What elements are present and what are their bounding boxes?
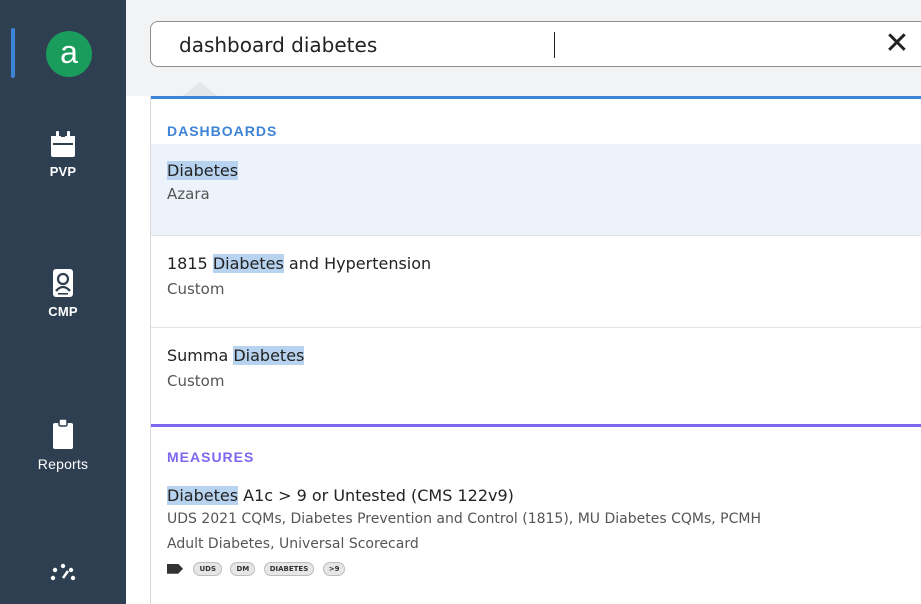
sidebar-item-pvp[interactable]: PVP — [0, 130, 126, 179]
sidebar-item-dashboard[interactable] — [0, 560, 126, 582]
result-measure[interactable]: Diabetes A1c > 9 or Untested (CMS 122v9)… — [151, 476, 921, 604]
result-subtitle: Custom — [167, 280, 225, 298]
text-caret — [554, 32, 555, 58]
tag-badge[interactable]: >9 — [322, 561, 346, 576]
result-title: Summa Diabetes — [167, 346, 305, 365]
result-subtitle: Azara — [167, 185, 210, 203]
tag-badge[interactable]: DIABETES — [263, 561, 315, 576]
result-subtitle: Adult Diabetes, Universal Scorecard — [167, 536, 419, 552]
active-indicator — [11, 28, 15, 78]
sidebar: a PVP CMP Reports — [0, 0, 126, 604]
result-title: Diabetes — [167, 161, 239, 180]
sidebar-item-reports[interactable]: Reports — [0, 418, 126, 472]
search-input[interactable] — [179, 32, 779, 58]
sidebar-item-label: PVP — [49, 164, 77, 179]
search-results-dropdown: DASHBOARDS Diabetes Azara 1815 Diabetes … — [150, 96, 921, 604]
calendar-icon — [51, 131, 75, 157]
section-heading-dashboards: DASHBOARDS — [167, 123, 278, 139]
section-divider-dashboards — [151, 96, 921, 99]
sidebar-item-label: Reports — [37, 456, 89, 472]
search-box[interactable]: ✕ — [150, 21, 921, 67]
dashboard-gauge-icon — [50, 563, 76, 581]
result-dashboard[interactable]: 1815 Diabetes and Hypertension Custom — [151, 236, 921, 328]
section-divider-measures — [151, 424, 921, 427]
result-title: 1815 Diabetes and Hypertension — [167, 254, 432, 273]
sidebar-item-cmp[interactable]: CMP — [0, 268, 126, 319]
sidebar-item-label: CMP — [48, 304, 78, 319]
result-subtitle: UDS 2021 CQMs, Diabetes Prevention and C… — [167, 511, 761, 527]
tag-list: UDS DM DIABETES >9 — [167, 560, 349, 578]
tag-badge[interactable]: UDS — [193, 561, 222, 576]
result-dashboard[interactable]: Diabetes Azara — [151, 144, 921, 236]
tag-icon — [167, 563, 183, 574]
tag-badge[interactable]: DM — [230, 561, 256, 576]
result-dashboard[interactable]: Summa Diabetes Custom — [151, 328, 921, 424]
result-title: Diabetes A1c > 9 or Untested (CMS 122v9) — [167, 486, 514, 505]
section-heading-measures: MEASURES — [167, 449, 255, 465]
patient-id-icon — [53, 269, 73, 297]
close-icon[interactable]: ✕ — [879, 26, 915, 62]
clipboard-icon — [53, 418, 73, 449]
result-subtitle: Custom — [167, 372, 225, 390]
app-logo[interactable]: a — [46, 31, 92, 77]
